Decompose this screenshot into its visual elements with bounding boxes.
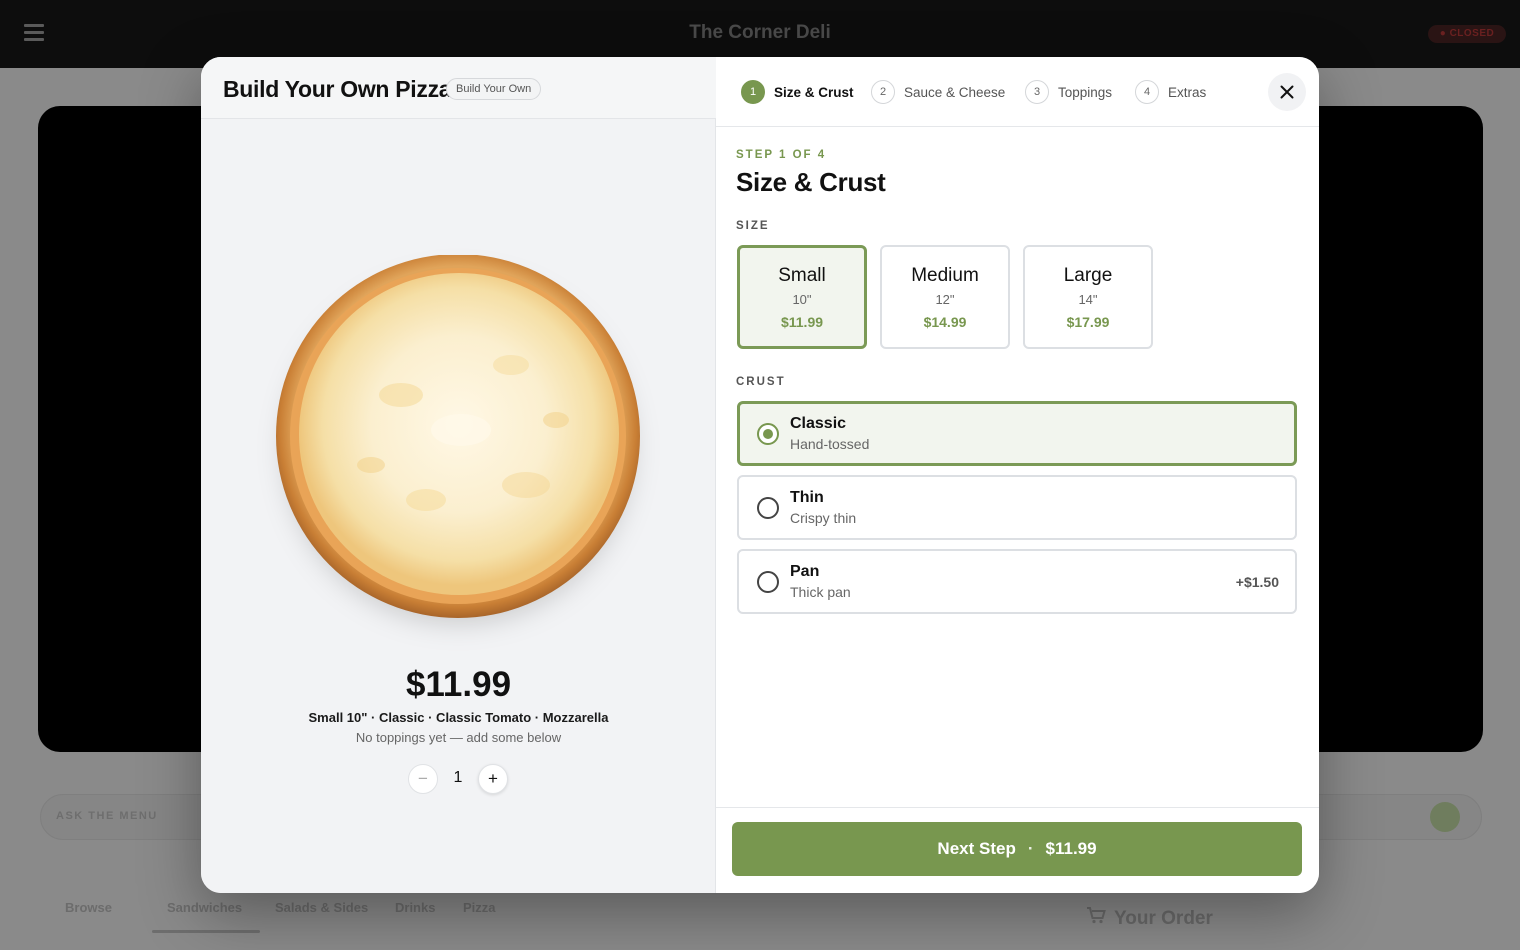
pizza-config-pane: 1 Size & Crust 2 Sauce & Cheese 3 Toppin… (716, 57, 1319, 893)
step-progress: 1 Size & Crust 2 Sauce & Cheese 3 Toppin… (716, 57, 1319, 127)
next-step-button[interactable]: Next Step · $11.99 (732, 822, 1302, 876)
ask-send-icon[interactable] (1430, 802, 1460, 832)
pizza-summary: Small 10" · Classic · Classic Tomato · M… (308, 710, 609, 725)
crust-section-label: CRUST (736, 376, 786, 388)
tab-browse[interactable]: Browse (65, 900, 112, 915)
ask-menu-label: ASK THE MENU (56, 810, 158, 822)
step-number: 1 (741, 80, 765, 104)
radio-selected-icon[interactable] (757, 423, 779, 445)
crust-description: Thick pan (790, 584, 851, 600)
crust-description: Hand-tossed (790, 436, 870, 452)
radio-unselected-icon[interactable] (757, 497, 779, 519)
quantity-decrease-button[interactable]: − (408, 764, 438, 794)
step-extras[interactable]: 4 Extras (1135, 80, 1206, 104)
crust-name: Pan (790, 563, 820, 580)
build-pizza-modal: Build Your Own Pizza Build Your Own $11.… (201, 57, 1319, 893)
toppings-note: No toppings yet — add some below (355, 730, 562, 745)
size-name: Medium (911, 265, 979, 286)
step-toppings[interactable]: 3 Toppings (1025, 80, 1112, 104)
step-size-crust[interactable]: 1 Size & Crust (741, 80, 854, 104)
crust-name: Classic (790, 415, 847, 432)
next-step-label: Next Step (937, 839, 1016, 858)
modal-title: Build Your Own Pizza (223, 76, 452, 102)
step-number: 3 (1025, 80, 1049, 104)
size-price: $14.99 (923, 314, 967, 330)
modal-header: Build Your Own Pizza Build Your Own (201, 57, 716, 119)
tab-sandwiches[interactable]: Sandwiches (167, 900, 242, 915)
size-price: $17.99 (1066, 314, 1110, 330)
your-order-title: Your Order (1086, 906, 1213, 930)
store-status-badge: ● CLOSED (1428, 25, 1506, 43)
modal-footer: Next Step · $11.99 (716, 807, 1319, 893)
quantity-value: 1 (453, 769, 463, 786)
size-option-small[interactable]: Small 10" $11.99 (737, 245, 867, 349)
step-label: Size & Crust (774, 84, 854, 100)
pizza-preview-pane: Build Your Own Pizza Build Your Own $11.… (201, 57, 716, 893)
tab-salads-sides[interactable]: Salads & Sides (275, 900, 368, 915)
build-your-own-badge: Build Your Own (446, 78, 542, 100)
tab-pizza[interactable]: Pizza (463, 900, 496, 915)
step-title: Size & Crust (736, 167, 886, 197)
quantity-increase-button[interactable]: + (478, 764, 508, 794)
step-kicker: STEP 1 OF 4 (736, 149, 827, 161)
step-number: 2 (871, 80, 895, 104)
size-name: Small (778, 265, 826, 286)
size-inches: 10" (792, 292, 812, 307)
size-inches: 12" (935, 292, 955, 307)
crust-upcharge: +$1.50 (1235, 574, 1279, 590)
radio-unselected-icon[interactable] (757, 571, 779, 593)
pizza-total-price: $11.99 (405, 665, 512, 704)
crust-option-pan[interactable]: Pan Thick pan +$1.50 (737, 549, 1297, 614)
active-tab-indicator (152, 930, 260, 933)
close-icon (1280, 85, 1294, 99)
crust-option-thin[interactable]: Thin Crispy thin (737, 475, 1297, 540)
step-label: Sauce & Cheese (904, 84, 1006, 100)
your-order-label: Your Order (1114, 908, 1213, 929)
size-inches: 14" (1078, 292, 1098, 307)
step-label: Extras (1168, 84, 1207, 100)
size-section-label: SIZE (736, 220, 770, 232)
step-sauce-cheese[interactable]: 2 Sauce & Cheese (871, 80, 1005, 104)
next-step-price: $11.99 (1045, 839, 1097, 858)
step-number: 4 (1135, 80, 1159, 104)
size-price: $11.99 (780, 314, 824, 330)
cheese-pizza-image (276, 255, 641, 622)
next-step-separator: · (1027, 839, 1034, 858)
step-label: Toppings (1058, 84, 1113, 100)
crust-description: Crispy thin (790, 510, 857, 526)
store-name: The Corner Deli (689, 22, 831, 43)
size-name: Large (1063, 265, 1113, 286)
crust-name: Thin (790, 489, 824, 506)
crust-option-classic[interactable]: Classic Hand-tossed (737, 401, 1297, 466)
close-button[interactable] (1268, 73, 1306, 111)
cart-icon (1086, 906, 1106, 930)
tab-drinks[interactable]: Drinks (395, 900, 435, 915)
size-option-medium[interactable]: Medium 12" $14.99 (880, 245, 1010, 349)
size-option-large[interactable]: Large 14" $17.99 (1023, 245, 1153, 349)
